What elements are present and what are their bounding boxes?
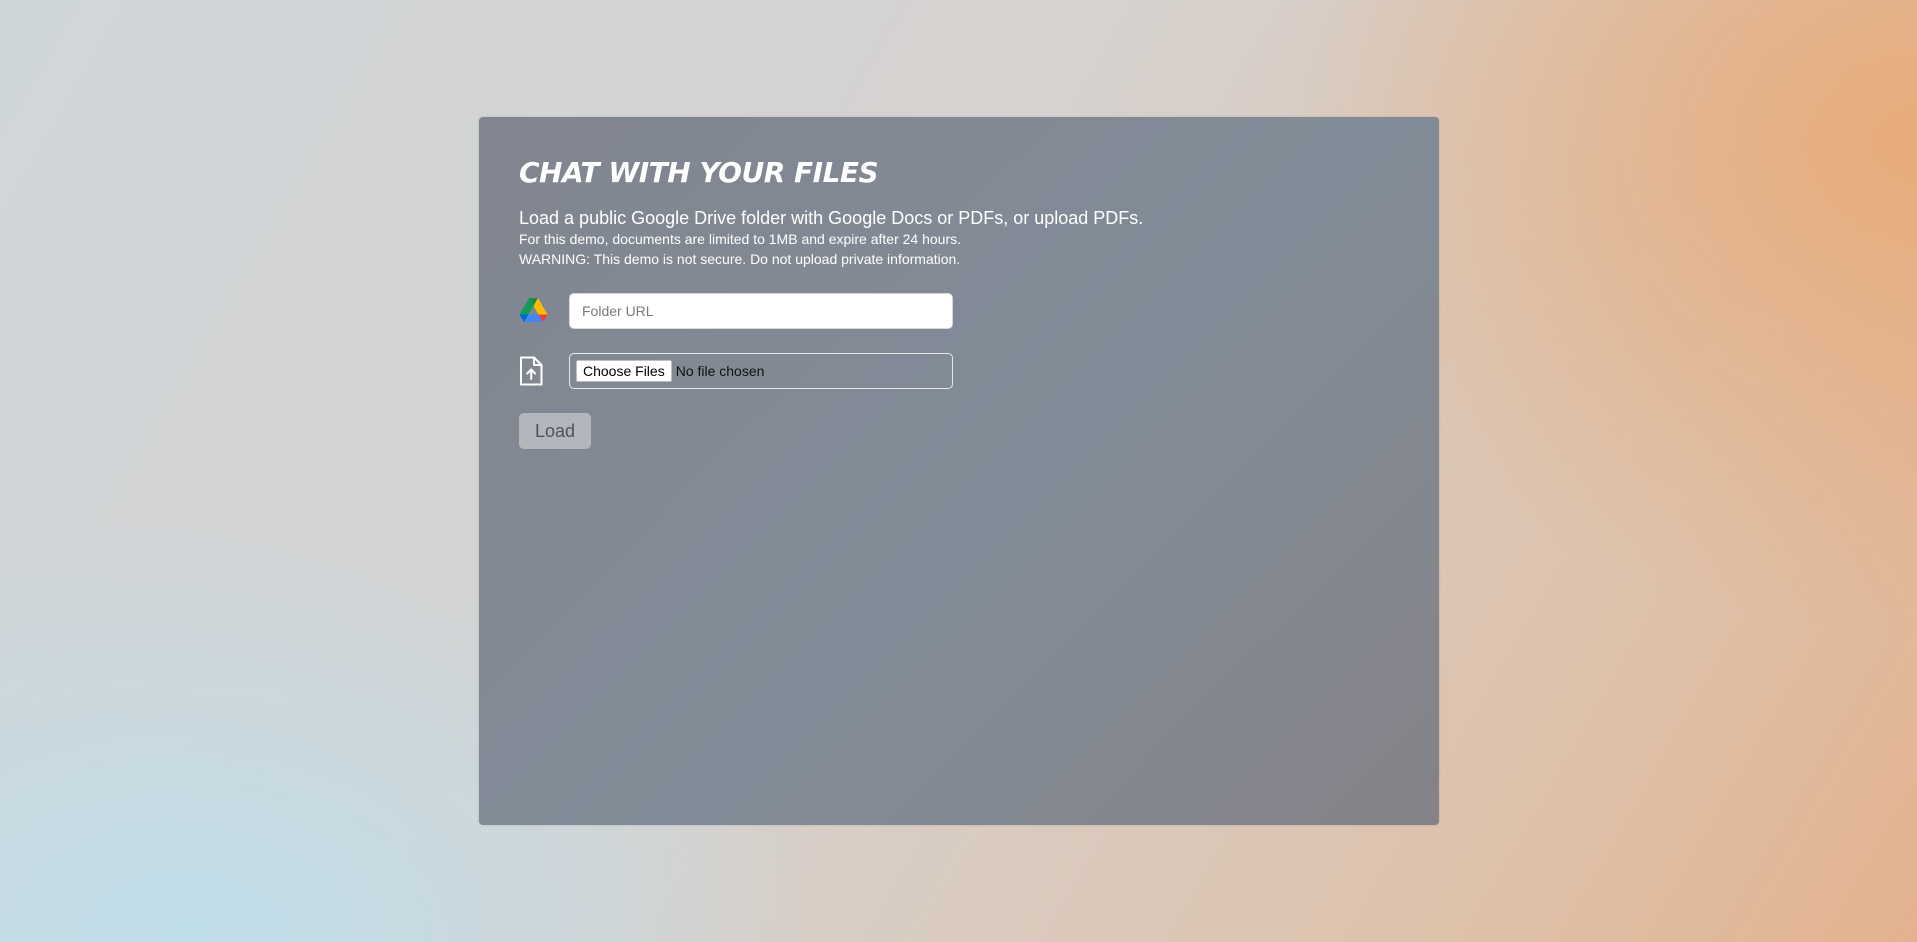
file-upload-icon	[519, 354, 549, 388]
google-drive-icon	[519, 294, 549, 328]
limit-note: For this demo, documents are limited to …	[519, 231, 961, 247]
file-status-text: No file chosen	[675, 363, 765, 379]
warning-note: WARNING: This demo is not secure. Do not…	[519, 251, 961, 267]
choose-files-button[interactable]: Choose Files	[576, 360, 672, 382]
page-title: CHAT WITH YOUR FILES	[519, 156, 879, 189]
drive-folder-row	[519, 293, 1399, 329]
main-card: CHAT WITH YOUR FILES Load a public Googl…	[479, 117, 1439, 825]
file-upload-row: Choose Files No file chosen	[519, 353, 1399, 389]
folder-url-input[interactable]	[569, 293, 953, 329]
intro-subtitle: Load a public Google Drive folder with G…	[519, 208, 1144, 228]
load-button[interactable]: Load	[519, 413, 591, 449]
file-input[interactable]: Choose Files No file chosen	[569, 353, 953, 389]
